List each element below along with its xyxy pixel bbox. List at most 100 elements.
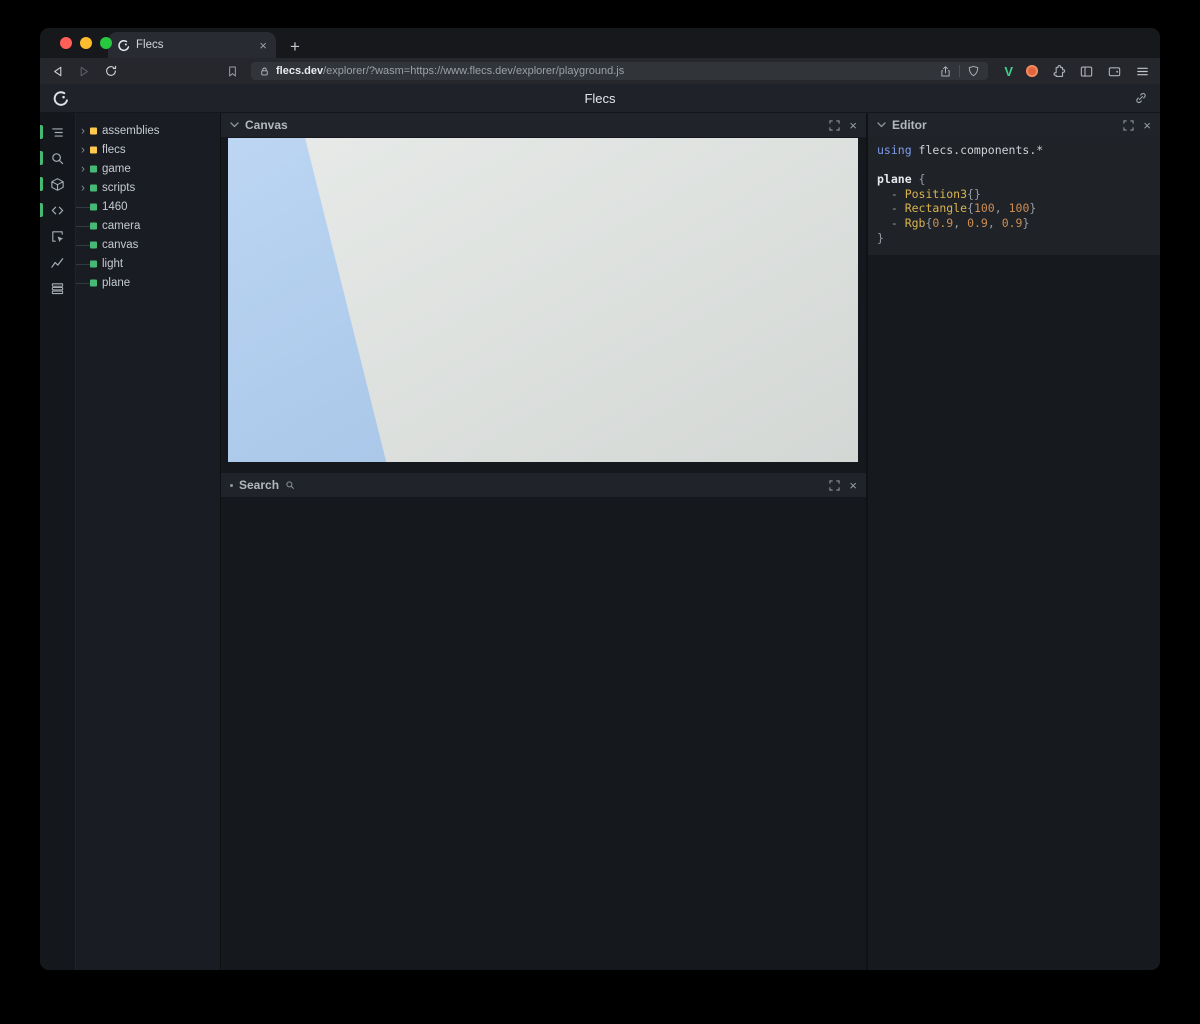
entities-cube-icon[interactable] xyxy=(40,171,75,197)
entity-label: scripts xyxy=(102,182,135,194)
entity-tree-icon[interactable] xyxy=(40,119,75,145)
flecs-explorer-page: Flecs ›assemblies›flecs›game›scripts1460… xyxy=(40,84,1160,970)
code-line: - Rectangle{100, 100} xyxy=(877,201,1151,216)
browser-tab[interactable]: Flecs × xyxy=(108,32,276,58)
entity-color-square xyxy=(90,241,97,248)
entity-tree: ›assemblies›flecs›game›scripts1460camera… xyxy=(76,113,221,970)
code-icon[interactable] xyxy=(40,197,75,223)
reload-icon[interactable] xyxy=(104,64,118,78)
tree-item-scripts[interactable]: › scripts xyxy=(76,178,220,197)
main-column: Canvas × xyxy=(221,113,866,970)
code-line: - Rgb{0.9, 0.9, 0.9} xyxy=(877,216,1151,231)
chevron-down-icon[interactable] xyxy=(877,122,886,128)
search-icon xyxy=(285,480,295,490)
expand-arrow-icon[interactable]: › xyxy=(81,162,85,174)
url-bar-divider xyxy=(959,65,960,77)
code-line xyxy=(877,158,1151,173)
editor-code[interactable]: using flecs.components.* plane { - Posit… xyxy=(868,137,1160,255)
browser-navbar: flecs.dev/explorer/?wasm=https://www.fle… xyxy=(40,58,1160,84)
window-zoom-button[interactable] xyxy=(100,37,112,49)
extension-area: V xyxy=(1000,64,1150,79)
search-panel-header: Search × xyxy=(221,473,866,497)
tables-icon[interactable] xyxy=(40,275,75,301)
collapsed-dot-icon[interactable] xyxy=(230,484,233,487)
entity-color-square xyxy=(90,184,97,191)
url-text: flecs.dev/explorer/?wasm=https://www.fle… xyxy=(276,65,624,77)
lock-icon xyxy=(259,66,270,77)
new-tab-button[interactable]: + xyxy=(290,38,300,55)
tree-item-camera[interactable]: camera xyxy=(76,216,220,235)
share-icon[interactable] xyxy=(939,65,952,78)
close-icon[interactable]: × xyxy=(849,479,857,492)
menu-icon[interactable] xyxy=(1135,64,1150,79)
entity-color-square xyxy=(90,127,97,134)
sidebar-toggle-icon[interactable] xyxy=(1079,64,1094,79)
flecs-logo-icon[interactable] xyxy=(52,90,69,107)
window-minimize-button[interactable] xyxy=(80,37,92,49)
tree-item-light[interactable]: light xyxy=(76,254,220,273)
editor-panel-title: Editor xyxy=(892,118,927,132)
query-search-icon[interactable] xyxy=(40,145,75,171)
entity-label: camera xyxy=(102,220,140,232)
fullscreen-icon[interactable] xyxy=(829,120,840,131)
url-domain: flecs.dev xyxy=(276,65,323,77)
tree-item-game[interactable]: ›game xyxy=(76,159,220,178)
window-close-button[interactable] xyxy=(60,37,72,49)
tab-close-icon[interactable]: × xyxy=(259,39,267,52)
close-icon[interactable]: × xyxy=(1143,119,1151,132)
back-icon[interactable] xyxy=(50,64,65,79)
entity-label: 1460 xyxy=(102,201,128,213)
code-line: plane { xyxy=(877,172,1151,187)
inspect-icon[interactable] xyxy=(40,223,75,249)
expand-arrow-icon[interactable]: › xyxy=(81,143,85,155)
entity-color-square xyxy=(90,260,97,267)
tree-guide-line xyxy=(76,226,90,227)
panel-gap xyxy=(221,462,866,473)
shield-icon[interactable] xyxy=(967,65,980,78)
url-bar[interactable]: flecs.dev/explorer/?wasm=https://www.fle… xyxy=(251,62,988,80)
close-icon[interactable]: × xyxy=(849,119,857,132)
code-line: } xyxy=(877,231,1151,246)
bookmark-icon[interactable] xyxy=(226,65,239,78)
tab-title: Flecs xyxy=(136,39,253,51)
page-title: Flecs xyxy=(40,91,1160,106)
wallet-icon[interactable] xyxy=(1107,64,1122,79)
url-path: /explorer/?wasm=https://www.flecs.dev/ex… xyxy=(323,65,624,77)
editor-empty-area xyxy=(868,255,1160,970)
share-link-icon[interactable] xyxy=(1134,91,1148,105)
active-indicator xyxy=(40,151,43,165)
fullscreen-icon[interactable] xyxy=(829,480,840,491)
forward-icon[interactable] xyxy=(77,64,92,79)
entity-label: canvas xyxy=(102,239,138,251)
canvas-panel-header: Canvas × xyxy=(221,113,866,137)
chart-icon[interactable] xyxy=(40,249,75,275)
active-indicator xyxy=(40,203,43,217)
tab-favicon-flecs-logo-icon xyxy=(117,39,130,52)
entity-color-square xyxy=(90,165,97,172)
canvas-viewport[interactable] xyxy=(228,138,858,462)
expand-arrow-icon[interactable]: › xyxy=(81,181,85,193)
browser-window: Flecs × + flecs.dev/ xyxy=(40,28,1160,970)
code-line: using flecs.components.* xyxy=(877,143,1151,158)
tree-item-plane[interactable]: plane xyxy=(76,273,220,292)
main-empty-area xyxy=(221,497,866,970)
expand-arrow-icon[interactable]: › xyxy=(81,124,85,136)
tree-item-canvas[interactable]: canvas xyxy=(76,235,220,254)
chevron-down-icon[interactable] xyxy=(230,122,239,128)
extension-v-icon[interactable]: V xyxy=(1004,64,1013,79)
entity-color-square xyxy=(90,222,97,229)
page-header: Flecs xyxy=(40,84,1160,113)
tree-guide-line xyxy=(76,283,90,284)
entity-color-square xyxy=(90,279,97,286)
entity-color-square xyxy=(90,146,97,153)
active-indicator xyxy=(40,177,43,191)
window-controls xyxy=(60,37,112,49)
tree-item-1460[interactable]: 1460 xyxy=(76,197,220,216)
search-panel-title: Search xyxy=(239,478,279,492)
tree-guide-line xyxy=(76,245,90,246)
puzzle-icon[interactable] xyxy=(1051,64,1066,79)
extension-orange-icon[interactable] xyxy=(1026,65,1038,77)
tree-item-assemblies[interactable]: ›assemblies xyxy=(76,121,220,140)
fullscreen-icon[interactable] xyxy=(1123,120,1134,131)
tree-item-flecs[interactable]: ›flecs xyxy=(76,140,220,159)
